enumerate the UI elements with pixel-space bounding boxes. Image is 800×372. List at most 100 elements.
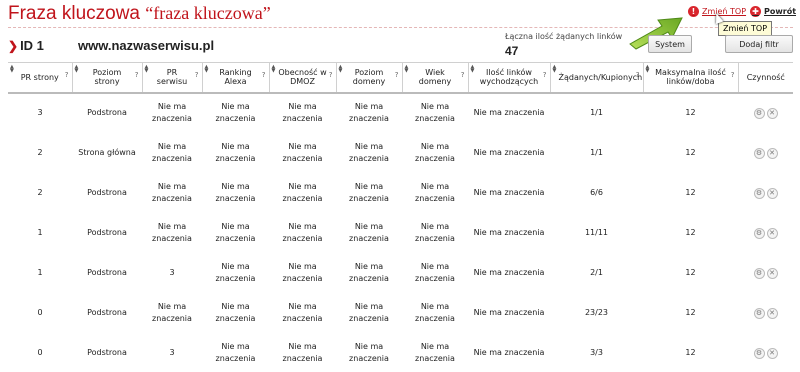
cell-max-linkow: 12 — [685, 347, 696, 357]
cell-poziom-domeny: Nie ma znaczenia — [349, 181, 389, 203]
cell-poziom-strony: Podstrona — [87, 267, 127, 277]
cell-wiek-domeny: Nie ma znaczenia — [415, 102, 455, 123]
links-table: ▲ ▼ PR strony? ▲ ▼ Poziom strony? ▲ ▼ PR serwi… — [8, 62, 793, 372]
cell-ranking-alexa: Nie ma znaczenia — [215, 301, 256, 323]
sort-icon[interactable]: ▲ ▼ — [646, 65, 650, 74]
close-icon[interactable]: ✕ — [766, 187, 778, 199]
table-row: 0 Podstrona Nie ma znaczenia Nie ma znac… — [8, 293, 793, 333]
help-icon[interactable]: ? — [65, 71, 69, 79]
help-icon[interactable]: ? — [731, 71, 735, 79]
col-ilosc-linkow[interactable]: ▲ ▼ Ilość linków wychodzących? — [467, 62, 550, 94]
cell-ranking-alexa: Nie ma znaczenia — [215, 141, 256, 163]
sort-icon[interactable]: ▲ ▼ — [205, 65, 209, 74]
cell-pr-serwisu: Nie ma znaczenia — [152, 301, 192, 323]
help-icon[interactable]: ? — [543, 71, 547, 79]
cell-max-linkow: 12 — [685, 147, 696, 157]
cell-ilosc-linkow: Nie ma znaczenia — [473, 227, 545, 237]
close-icon[interactable]: ✕ — [766, 108, 778, 119]
cell-poziom-domeny: Nie ma znaczenia — [349, 341, 389, 363]
cell-zadanych-kupionych: 11/11 — [584, 227, 609, 237]
system-button[interactable]: System — [648, 35, 692, 53]
col-label: Poziom domeny — [352, 68, 386, 87]
col-poziom-domeny[interactable]: ▲ ▼ Poziom domeny? — [335, 62, 402, 94]
cell-pr-strony: 2 — [37, 187, 43, 197]
col-label: Żądanych/Kupionych — [558, 72, 643, 82]
table-row: 1 Podstrona Nie ma znaczenia Nie ma znac… — [8, 213, 793, 253]
sort-icon[interactable]: ▲ ▼ — [75, 65, 79, 74]
col-zadanych-kupionych[interactable]: ▲ ▼ Żądanych/Kupionych? — [549, 62, 643, 94]
site-name: www.nazwaserwisu.pl — [78, 38, 215, 53]
sort-icon[interactable]: ▲ ▼ — [471, 65, 475, 74]
col-ranking-alexa[interactable]: ▲ ▼ Ranking Alexa? — [201, 62, 269, 94]
gear-icon[interactable]: ⚙ — [753, 227, 765, 239]
cell-pr-serwisu: Nie ma znaczenia — [152, 141, 192, 163]
help-icon[interactable]: ? — [195, 71, 199, 79]
cell-zadanych-kupionych: 6/6 — [590, 187, 603, 197]
col-wiek-domeny[interactable]: ▲ ▼ Wiek domeny? — [401, 62, 468, 94]
tooltip: Zmień TOP — [718, 21, 773, 36]
cell-pr-serwisu: Nie ma znaczenia — [152, 102, 192, 123]
cell-wiek-domeny: Nie ma znaczenia — [415, 261, 455, 283]
cell-max-linkow: 12 — [685, 267, 696, 277]
cell-poziom-strony: Podstrona — [87, 347, 127, 357]
cell-pr-serwisu: Nie ma znaczenia — [152, 221, 192, 243]
chevron-right-icon: ❯ — [8, 39, 19, 53]
sort-icon[interactable]: ▲ ▼ — [145, 65, 149, 74]
close-icon[interactable]: ✕ — [766, 307, 778, 319]
cell-poziom-strony: Podstrona — [87, 307, 127, 317]
col-pr-strony[interactable]: ▲ ▼ PR strony? — [8, 62, 72, 94]
page-title-text: Fraza kluczowa — [8, 3, 140, 24]
cell-actions: ⚙ ✕ — [738, 253, 793, 293]
help-icon[interactable]: ? — [395, 71, 399, 79]
cell-zadanych-kupionych: 1/1 — [590, 108, 603, 117]
help-icon[interactable]: ? — [636, 71, 640, 79]
add-filter-button[interactable]: Dodaj filtr — [725, 35, 793, 53]
gear-icon[interactable]: ⚙ — [753, 307, 765, 319]
sort-icon[interactable]: ▲ ▼ — [339, 65, 343, 74]
col-label: PR strony — [20, 72, 59, 82]
col-label: Maksymalna ilość linków/doba — [655, 68, 726, 87]
sort-icon[interactable]: ▲ ▼ — [405, 65, 409, 74]
col-poziom-strony[interactable]: ▲ ▼ Poziom strony? — [71, 62, 142, 94]
sort-icon[interactable]: ▲ ▼ — [553, 65, 557, 74]
cell-ranking-alexa: Nie ma znaczenia — [215, 261, 256, 283]
cell-pr-strony: 3 — [37, 108, 43, 117]
col-dmoz[interactable]: ▲ ▼ Obecność w DMOZ? — [268, 62, 336, 94]
gear-icon[interactable]: ⚙ — [753, 267, 765, 279]
close-icon[interactable]: ✕ — [766, 147, 778, 159]
col-label: Ranking Alexa — [219, 68, 252, 87]
col-max-linkow[interactable]: ▲ ▼ Maksymalna ilość linków/doba? — [642, 62, 738, 94]
id-text: ID 1 — [20, 38, 44, 53]
close-icon[interactable]: ✕ — [766, 267, 778, 279]
close-icon[interactable]: ✕ — [766, 227, 778, 239]
cell-ilosc-linkow: Nie ma znaczenia — [473, 347, 545, 357]
gear-icon[interactable]: ⚙ — [753, 347, 765, 359]
cell-actions: ⚙ ✕ — [738, 293, 793, 333]
back-link[interactable]: ✚ Powrót — [750, 6, 796, 17]
col-pr-serwisu[interactable]: ▲ ▼ PR serwisu? — [141, 62, 202, 94]
cell-ilosc-linkow: Nie ma znaczenia — [473, 307, 545, 317]
cell-actions: ⚙ ✕ — [738, 333, 793, 372]
table-row: 2 Strona główna Nie ma znaczenia Nie ma … — [8, 133, 793, 173]
cell-ranking-alexa: Nie ma znaczenia — [215, 181, 256, 203]
cell-ranking-alexa: Nie ma znaczenia — [215, 341, 256, 363]
cell-dmoz: Nie ma znaczenia — [282, 301, 323, 323]
help-icon[interactable]: ? — [135, 71, 139, 79]
gear-icon[interactable]: ⚙ — [753, 108, 765, 119]
cell-actions: ⚙ ✕ — [738, 93, 793, 133]
gear-icon[interactable]: ⚙ — [753, 187, 765, 199]
col-label: Czynność — [746, 72, 785, 82]
help-icon[interactable]: ? — [262, 71, 266, 79]
sort-icon[interactable]: ▲ ▼ — [272, 65, 276, 74]
cell-dmoz: Nie ma znaczenia — [282, 102, 323, 123]
cell-poziom-domeny: Nie ma znaczenia — [349, 141, 389, 163]
table-row: 2 Podstrona Nie ma znaczenia Nie ma znac… — [8, 173, 793, 213]
sort-icon[interactable]: ▲ ▼ — [10, 65, 14, 74]
keyword-text: “fraza kluczowa” — [145, 3, 271, 23]
gear-icon[interactable]: ⚙ — [753, 147, 765, 159]
close-icon[interactable]: ✕ — [766, 347, 778, 359]
col-label: Obecność w DMOZ — [278, 68, 327, 87]
cell-dmoz: Nie ma znaczenia — [282, 341, 323, 363]
help-icon[interactable]: ? — [329, 71, 333, 79]
help-icon[interactable]: ? — [461, 71, 465, 79]
